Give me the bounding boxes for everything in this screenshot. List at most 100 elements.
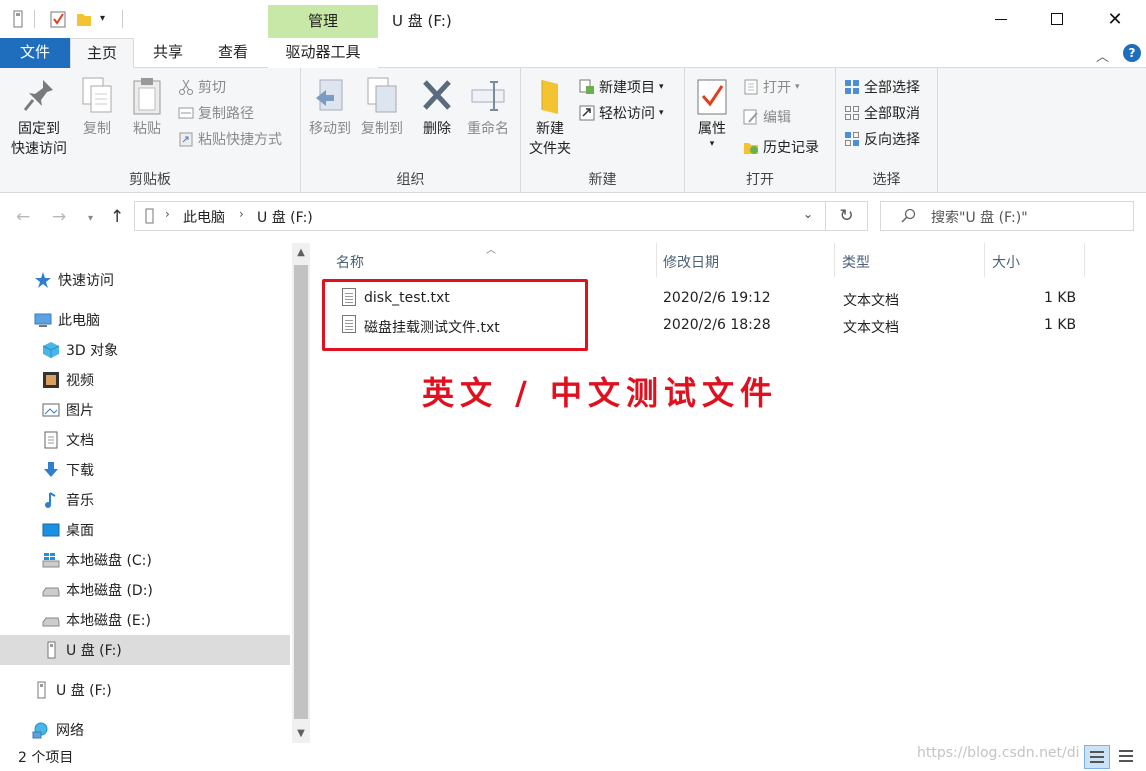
breadcrumb-separator[interactable]: › — [239, 207, 244, 221]
pin-label-line2: 快速访问 — [11, 141, 67, 157]
new-item-button[interactable]: 新建项目 ▾ — [579, 76, 664, 98]
customize-quick-access-icon[interactable]: ▾ — [100, 10, 116, 28]
separator — [34, 10, 35, 28]
properties-quick-icon[interactable] — [50, 10, 66, 28]
nav-item-quick-access[interactable]: 快速访问 — [0, 265, 290, 295]
column-size[interactable]: 大小 — [992, 252, 1020, 272]
paste-button[interactable]: 粘贴 — [126, 74, 168, 139]
annotation-highlight-box — [322, 279, 588, 351]
select-none-label: 全部取消 — [864, 106, 920, 122]
rename-label: 重命名 — [467, 121, 509, 137]
column-separator[interactable] — [984, 243, 985, 277]
cut-button[interactable]: 剪切 — [178, 76, 226, 98]
copy-button[interactable]: 复制 — [76, 74, 118, 139]
paste-icon — [129, 76, 165, 116]
pin-icon — [21, 76, 57, 116]
nav-item-music[interactable]: 音乐 — [0, 485, 290, 515]
tab-drive-tools[interactable]: 驱动器工具 — [268, 38, 378, 68]
column-modified[interactable]: 修改日期 — [663, 252, 719, 272]
rename-button[interactable]: 重命名 — [463, 74, 513, 139]
column-separator[interactable] — [1084, 243, 1085, 277]
easy-access-button[interactable]: 轻松访问 ▾ — [579, 102, 664, 124]
tab-view[interactable]: 查看 — [200, 38, 266, 68]
nav-item-label: 本地磁盘 (C:) — [66, 553, 152, 569]
new-folder-button[interactable]: 新建 文件夹 — [525, 74, 575, 159]
nav-item-videos[interactable]: 视频 — [0, 365, 290, 395]
recent-locations-icon[interactable]: ▾ — [88, 213, 93, 224]
nav-item-documents[interactable]: 文档 — [0, 425, 290, 455]
copy-path-button[interactable]: 复制路径 — [178, 102, 254, 124]
nav-item-desktop[interactable]: 桌面 — [0, 515, 290, 545]
column-separator[interactable] — [834, 243, 835, 277]
nav-item-this-pc[interactable]: 此电脑 — [0, 305, 290, 335]
nav-item-usb-drive[interactable]: U 盘 (F:) — [0, 635, 290, 665]
close-button[interactable]: ✕ — [1088, 0, 1142, 38]
maximize-button[interactable] — [1030, 0, 1084, 38]
delete-label: 删除 — [423, 121, 451, 137]
nav-item-label: 文档 — [66, 433, 94, 449]
minimize-button[interactable] — [974, 0, 1028, 38]
collapse-ribbon-icon[interactable]: ︿ — [1096, 46, 1109, 65]
nav-scrollbar[interactable]: ▲ ▼ — [292, 243, 310, 743]
select-all-button[interactable]: 全部选择 — [844, 76, 920, 98]
forward-icon[interactable]: → — [52, 207, 66, 227]
breadcrumb-this-pc[interactable]: 此电脑 — [183, 207, 225, 227]
organize-group-label: 组织 — [396, 172, 425, 188]
delete-button[interactable]: 删除 — [417, 74, 457, 139]
chevron-down-icon[interactable]: ⌄ — [803, 207, 813, 221]
breadcrumb-usb-drive[interactable]: U 盘 (F:) — [257, 207, 313, 227]
tab-file[interactable]: 文件 — [0, 38, 70, 68]
refresh-button[interactable]: ↻ — [826, 201, 868, 231]
usb-drive-icon — [10, 10, 26, 28]
copy-to-label: 复制到 — [361, 121, 403, 137]
nav-item-3d-objects[interactable]: 3D 对象 — [0, 335, 290, 365]
watermark-text: https://blog.csdn.net/di — [917, 745, 1080, 761]
item-count: 2 个项目 — [18, 750, 74, 766]
organize-group: 移动到 复制到 删除 重命名 组织 — [301, 68, 521, 193]
scroll-thumb[interactable] — [294, 265, 308, 719]
up-icon[interactable]: ↑ — [110, 207, 124, 227]
tab-share[interactable]: 共享 — [138, 38, 198, 68]
large-icons-view-button[interactable] — [1114, 745, 1140, 769]
nav-item-drive-e[interactable]: 本地磁盘 (E:) — [0, 605, 290, 635]
new-folder-label-line2: 文件夹 — [529, 141, 571, 157]
pin-to-quick-access-button[interactable]: 固定到 快速访问 — [8, 74, 70, 159]
nav-item-network[interactable]: 网络 — [0, 715, 290, 745]
manage-context-tab[interactable]: 管理 — [268, 5, 378, 40]
hard-drive-icon — [42, 581, 60, 599]
nav-item-label: 视频 — [66, 373, 94, 389]
select-group: 全部选择 全部取消 反向选择 选择 — [836, 68, 938, 193]
back-icon[interactable]: ← — [16, 207, 30, 227]
help-icon[interactable]: ? — [1123, 44, 1141, 62]
details-view-button[interactable] — [1084, 745, 1110, 769]
new-folder-quick-icon[interactable] — [76, 10, 92, 28]
column-type[interactable]: 类型 — [842, 252, 870, 272]
scroll-up-icon[interactable]: ▲ — [292, 247, 310, 258]
open-button[interactable]: 打开 ▾ — [743, 76, 800, 98]
tab-home[interactable]: 主页 — [70, 38, 134, 69]
nav-item-label: 音乐 — [66, 493, 94, 509]
file-type: 文本文档 — [843, 320, 899, 336]
paste-shortcut-button[interactable]: 粘贴快捷方式 — [178, 128, 282, 150]
copy-to-button[interactable]: 复制到 — [357, 74, 407, 139]
column-name[interactable]: 名称 — [336, 252, 364, 272]
nav-item-downloads[interactable]: 下载 — [0, 455, 290, 485]
search-input[interactable]: 搜索"U 盘 (F:)" — [880, 201, 1134, 231]
properties-button[interactable]: 属性 ▾ — [691, 74, 733, 149]
column-separator[interactable] — [656, 243, 657, 277]
invert-selection-button[interactable]: 反向选择 — [844, 128, 920, 150]
nav-item-drive-d[interactable]: 本地磁盘 (D:) — [0, 575, 290, 605]
nav-item-pictures[interactable]: 图片 — [0, 395, 290, 425]
move-to-button[interactable]: 移动到 — [305, 74, 355, 139]
breadcrumb-separator[interactable]: › — [165, 207, 170, 221]
new-folder-label-line1: 新建 — [536, 121, 564, 137]
scroll-down-icon[interactable]: ▼ — [292, 728, 310, 739]
copy-label: 复制 — [83, 121, 111, 137]
history-button[interactable]: 历史记录 — [743, 136, 819, 158]
nav-item-usb-drive-root[interactable]: U 盘 (F:) — [0, 675, 290, 705]
cube-icon — [42, 341, 60, 359]
select-none-button[interactable]: 全部取消 — [844, 102, 920, 124]
nav-item-drive-c[interactable]: 本地磁盘 (C:) — [0, 545, 290, 575]
edit-button[interactable]: 编辑 — [743, 106, 791, 128]
address-bar[interactable]: › 此电脑 › U 盘 (F:) ⌄ — [134, 201, 826, 231]
